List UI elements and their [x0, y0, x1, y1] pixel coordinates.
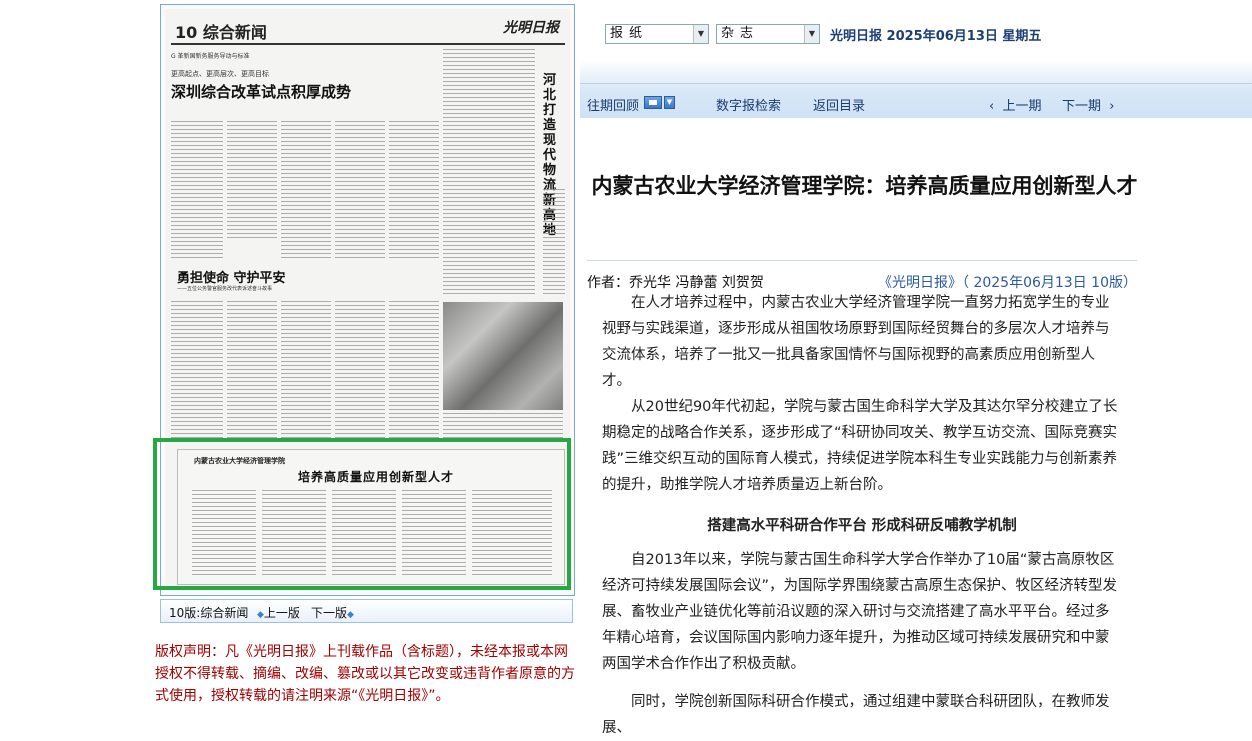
paper-select[interactable]: 报纸 ▼ — [605, 24, 709, 44]
paper-text-column — [543, 189, 565, 295]
article-paragraph: 从20世纪90年代初起，学院与蒙古国生命科学大学及其达尔罕分校建立了长期稳定的战… — [602, 399, 1118, 493]
paper-select-value: 报纸 — [610, 26, 649, 41]
calendar-icon[interactable] — [644, 96, 662, 109]
triangle-left-icon: ◆ — [257, 610, 264, 620]
paper-header: 10 综合新闻 光明日报 — [171, 15, 565, 45]
top-band — [580, 0, 1252, 118]
chevron-down-icon: ▼ — [693, 25, 708, 43]
paper-headline-second[interactable]: 勇担使命 守护平安 — [177, 267, 286, 286]
next-page-link[interactable]: 下一版◆ — [311, 604, 354, 621]
past-review-link[interactable]: 往期回顾 — [587, 95, 639, 114]
paper-page-name: 10 综合新闻 — [175, 23, 267, 42]
paper-text-column — [171, 301, 223, 441]
article-subheading: 搭建高水平科研合作平台 形成科研反哺教学机制 — [707, 518, 1017, 534]
paper-text-column — [281, 121, 331, 261]
paper-text-column — [389, 121, 439, 261]
next-issue-label: 下一期 — [1062, 99, 1102, 114]
digital-search-link[interactable]: 数字报检索 — [716, 95, 781, 114]
paper-logo: 光明日报 — [503, 20, 559, 36]
top-band-line — [580, 83, 1252, 84]
magazine-select[interactable]: 杂志 ▼ — [716, 24, 820, 44]
copyright-notice: 版权声明：凡《光明日报》上刊载作品（含标题），未经本报或本网授权不得转载、摘编、… — [155, 644, 575, 704]
article-paragraph: 在人才培养过程中，内蒙古农业大学经济管理学院一直努力拓宽学生的专业视野与实践渠道… — [602, 295, 1110, 389]
article-paragraph: 自2013年以来，学院与蒙古国生命科学大学合作举办了10届“蒙古高原牧区经济可持… — [602, 552, 1118, 672]
article-paragraph: 同时，学院创新国际科研合作模式，通过组建中蒙联合科研团队，在教师发展、 — [602, 694, 1110, 736]
next-page-label: 下一版 — [311, 606, 348, 620]
back-to-index-link[interactable]: 返回目录 — [813, 95, 865, 114]
paper-text-column — [281, 301, 331, 441]
prev-page-label: 上一版 — [263, 606, 300, 620]
issue-date: 光明日报 2025年06月13日 星期五 — [830, 29, 1042, 44]
prev-issue-link[interactable]: ‹ 上一期 — [989, 95, 1041, 114]
current-page-label: 10版:综合新闻 — [169, 606, 249, 620]
magazine-select-value: 杂志 — [721, 26, 760, 41]
prev-page-link[interactable]: ◆上一版 — [257, 604, 300, 621]
article-divider — [587, 260, 1137, 261]
paper-text-column — [171, 121, 223, 261]
page-nav-bar: 10版:综合新闻 ◆上一版 下一版◆ — [160, 599, 573, 623]
paper-subheadline-second: ——五位公务警官服务改代表诉述奋斗故事 — [177, 286, 273, 292]
chevron-left-icon: ‹ — [989, 99, 995, 114]
paper-text-column — [335, 301, 385, 441]
paper-text-column — [227, 121, 277, 241]
article-title: 内蒙古农业大学经济管理学院：培养高质量应用创新型人才 — [591, 174, 1138, 198]
article-author: 作者：乔光华 冯静蕾 刘贺贺 — [587, 275, 764, 291]
chevron-right-icon: › — [1109, 99, 1115, 114]
paper-text-column — [227, 301, 277, 441]
calendar-dropdown-icon[interactable]: ▼ — [664, 96, 675, 109]
paper-kicker: 更高起点、更高层次、更高目标 — [171, 70, 269, 78]
paper-text-column — [335, 121, 385, 261]
chevron-down-icon: ▼ — [804, 25, 819, 43]
prev-issue-label: 上一期 — [1002, 99, 1042, 114]
paper-text-column — [389, 301, 439, 441]
paper-text-column — [443, 49, 535, 295]
paper-headline-main[interactable]: 深圳综合改革试点积厚成势 — [171, 81, 351, 102]
article-highlight-frame[interactable] — [153, 438, 571, 590]
paper-photo — [443, 302, 563, 410]
next-issue-link[interactable]: 下一期 › — [1062, 95, 1114, 114]
article-source[interactable]: 《光明日报》（ 2025年06月13日 10版） — [878, 272, 1137, 292]
triangle-right-icon: ◆ — [347, 610, 354, 620]
paper-section-label: G 革新国新务服务导动与标准 — [171, 53, 250, 60]
